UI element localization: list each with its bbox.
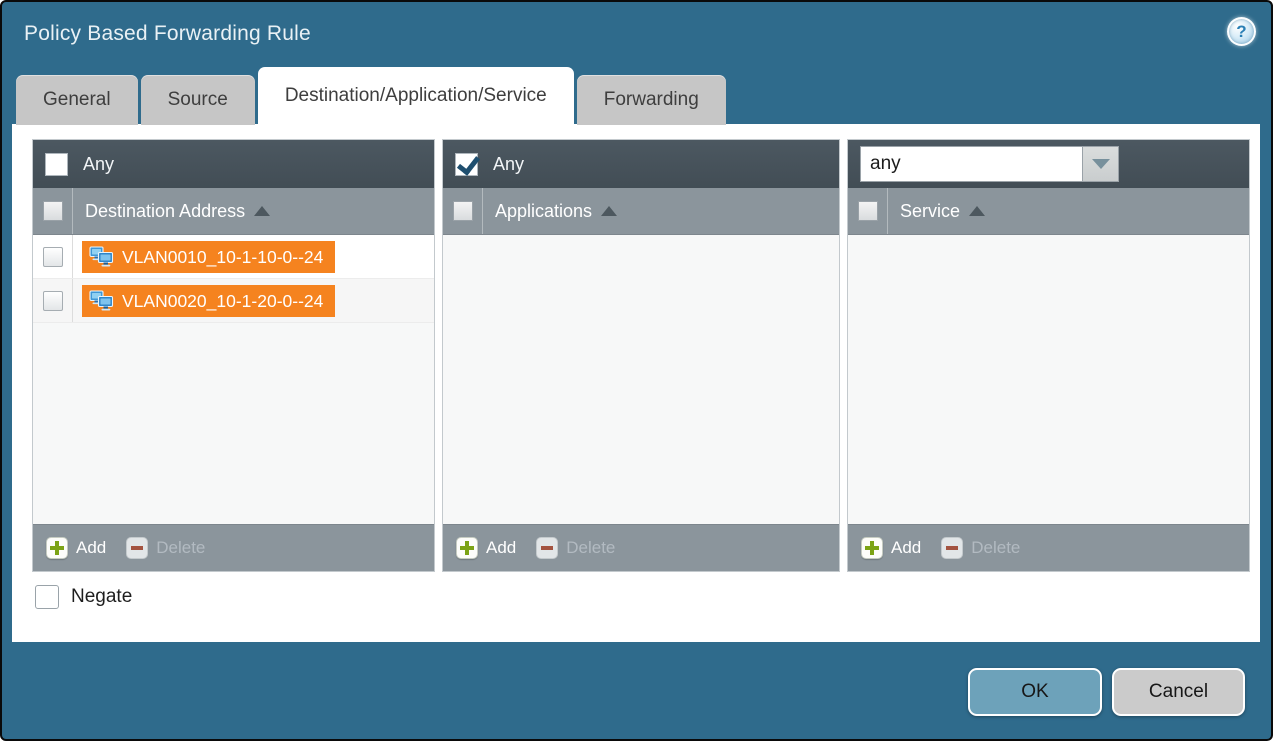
sort-asc-icon xyxy=(969,206,985,216)
applications-header-label[interactable]: Applications xyxy=(483,201,617,222)
applications-select-all-checkbox[interactable] xyxy=(453,201,473,221)
service-select-all-checkbox[interactable] xyxy=(858,201,878,221)
header-checkbox-cell xyxy=(848,188,888,234)
destination-any-label: Any xyxy=(83,154,114,175)
service-footer-bar: Add Delete xyxy=(848,524,1249,571)
service-header-label[interactable]: Service xyxy=(888,201,985,222)
service-column-header: Service xyxy=(848,188,1249,235)
tab-bar: General Source Destination/Application/S… xyxy=(16,67,726,125)
header-checkbox-cell xyxy=(443,188,483,234)
help-icon[interactable]: ? xyxy=(1227,17,1256,46)
sort-asc-icon xyxy=(254,206,270,216)
destination-address-column: Any Destination Address xyxy=(32,139,435,572)
destination-header-label[interactable]: Destination Address xyxy=(73,201,270,222)
add-icon xyxy=(861,537,883,559)
negate-label: Negate xyxy=(71,586,132,608)
negate-checkbox[interactable] xyxy=(35,585,59,609)
service-dropdown-button[interactable] xyxy=(1082,146,1119,182)
row-checkbox-cell xyxy=(33,279,73,322)
destination-list-item[interactable]: VLAN0020_10-1-20-0--24 xyxy=(33,279,434,323)
destination-add-button[interactable]: Add xyxy=(46,537,106,559)
chevron-down-icon xyxy=(1092,159,1110,169)
service-delete-button[interactable]: Delete xyxy=(941,537,1020,559)
dialog-title: Policy Based Forwarding Rule xyxy=(24,22,311,46)
service-dropdown-bar xyxy=(848,140,1249,188)
applications-footer-bar: Add Delete xyxy=(443,524,839,571)
tab-forwarding[interactable]: Forwarding xyxy=(577,75,726,125)
destination-item-label: VLAN0010_10-1-10-0--24 xyxy=(122,245,323,269)
network-address-icon xyxy=(89,290,115,312)
header-checkbox-cell xyxy=(33,188,73,234)
negate-row: Negate xyxy=(35,585,132,609)
destination-list: VLAN0010_10-1-10-0--24 VLAN0020_10-1-20-… xyxy=(33,235,434,524)
address-object-chip[interactable]: VLAN0010_10-1-10-0--24 xyxy=(82,241,335,273)
destination-item-label: VLAN0020_10-1-20-0--24 xyxy=(122,289,323,313)
destination-column-header: Destination Address xyxy=(33,188,434,235)
service-dropdown xyxy=(860,146,1119,182)
row-checkbox[interactable] xyxy=(43,291,63,311)
content-panel: Any Destination Address xyxy=(12,124,1260,642)
service-column: Service Add Delete xyxy=(847,139,1250,572)
tab-general[interactable]: General xyxy=(16,75,138,125)
delete-icon xyxy=(536,537,558,559)
tab-destination-application-service[interactable]: Destination/Application/Service xyxy=(258,67,574,125)
destination-footer-bar: Add Delete xyxy=(33,524,434,571)
applications-any-checkbox[interactable] xyxy=(455,153,478,176)
add-icon xyxy=(456,537,478,559)
row-checkbox-cell xyxy=(33,235,73,278)
destination-delete-button[interactable]: Delete xyxy=(126,537,205,559)
add-icon xyxy=(46,537,68,559)
applications-column-header: Applications xyxy=(443,188,839,235)
applications-column: Any Applications Add Delete xyxy=(442,139,840,572)
destination-select-all-checkbox[interactable] xyxy=(43,201,63,221)
service-add-button[interactable]: Add xyxy=(861,537,921,559)
network-address-icon xyxy=(89,246,115,268)
row-checkbox[interactable] xyxy=(43,247,63,267)
destination-any-checkbox[interactable] xyxy=(45,153,68,176)
cancel-button[interactable]: Cancel xyxy=(1112,668,1245,716)
address-object-chip[interactable]: VLAN0020_10-1-20-0--24 xyxy=(82,285,335,317)
destination-any-bar: Any xyxy=(33,140,434,188)
delete-icon xyxy=(941,537,963,559)
ok-button[interactable]: OK xyxy=(968,668,1102,716)
delete-icon xyxy=(126,537,148,559)
service-list xyxy=(848,235,1249,524)
service-dropdown-input[interactable] xyxy=(860,146,1082,182)
tab-source[interactable]: Source xyxy=(141,75,255,125)
policy-based-forwarding-dialog: Policy Based Forwarding Rule ? General S… xyxy=(0,0,1273,741)
applications-add-button[interactable]: Add xyxy=(456,537,516,559)
applications-delete-button[interactable]: Delete xyxy=(536,537,615,559)
applications-any-bar: Any xyxy=(443,140,839,188)
applications-list xyxy=(443,235,839,524)
sort-asc-icon xyxy=(601,206,617,216)
applications-any-label: Any xyxy=(493,154,524,175)
destination-list-item[interactable]: VLAN0010_10-1-10-0--24 xyxy=(33,235,434,279)
